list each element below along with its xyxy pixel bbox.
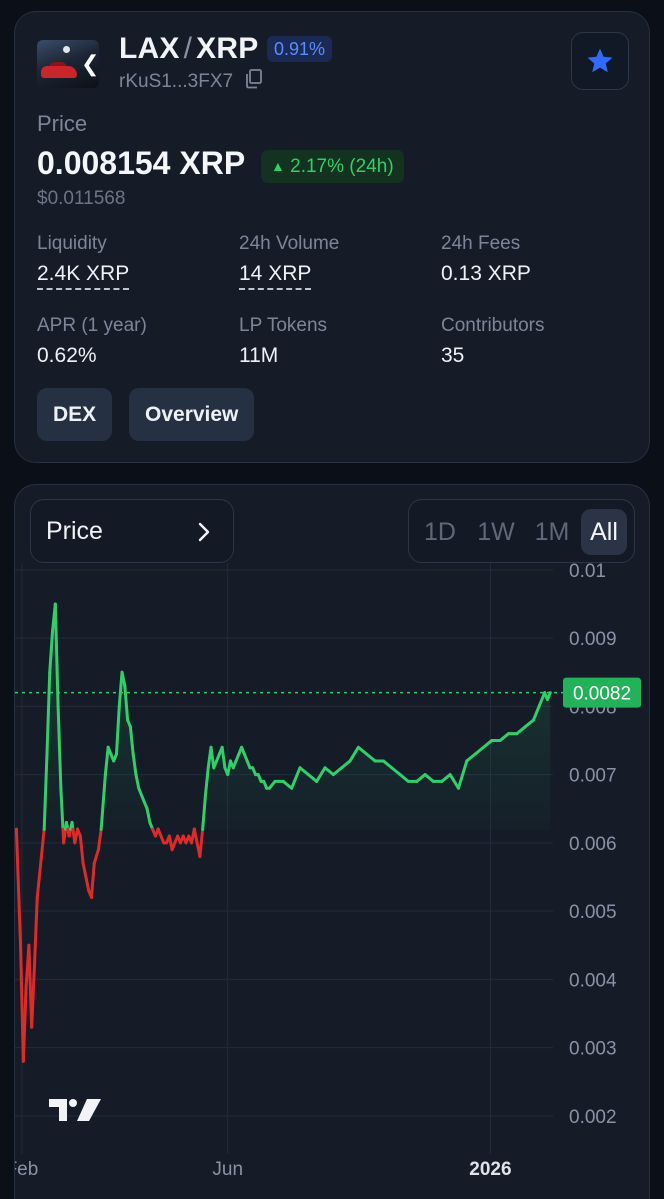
dex-button[interactable]: DEX [37, 388, 113, 441]
price-line-segment [198, 827, 205, 858]
base-symbol: LAX [119, 32, 180, 65]
copy-icon[interactable] [245, 69, 263, 89]
price-line-segment [59, 786, 65, 831]
range-1w-button[interactable]: 1W [469, 509, 523, 555]
metric-label: Price [46, 517, 103, 545]
x-axis-tick-label: 2026 [469, 1159, 511, 1180]
quote-symbol: XRP [196, 32, 259, 65]
y-axis-tick-label: 0.007 [569, 766, 617, 787]
stat-label: 24h Fees [441, 233, 521, 254]
overview-button[interactable]: Overview [129, 388, 255, 441]
favorite-button[interactable] [571, 32, 629, 90]
range-selector: 1D 1W 1M All [408, 499, 635, 563]
star-icon [587, 48, 613, 73]
token-logo: ❮ [37, 40, 99, 88]
moon-icon [63, 46, 70, 53]
triangle-up-icon: ▲ [271, 158, 285, 174]
stat-apr: APR (1 year) 0.62% [37, 315, 147, 368]
y-axis-tick-label: 0.004 [569, 970, 617, 991]
stat-lp-tokens: LP Tokens 11M [239, 315, 327, 368]
price-line-segment [32, 895, 39, 968]
stat-label: Contributors [441, 315, 545, 336]
range-1d-button[interactable]: 1D [415, 509, 465, 555]
pair-title: LAX / XRP [119, 32, 258, 66]
price-line-segment [15, 827, 23, 947]
y-axis-tick-label: 0.01 [569, 561, 606, 582]
chevron-right-icon [198, 522, 210, 542]
price-line-segment [30, 964, 36, 1029]
price-chart-card: 0.01 0.009 0.008 0.007 0.006 0.005 0.004 0.003 0… [14, 484, 650, 1199]
price-line-segment [35, 855, 43, 899]
stat-24h-fees: 24h Fees 0.13 XRP [441, 233, 531, 286]
price-label: Price [37, 111, 88, 136]
stat-value: 0.13 XRP [441, 262, 531, 285]
price-change: 2.17% (24h) [290, 156, 394, 177]
price-line-segment [21, 984, 28, 1063]
price-change-badge: ▲ 2.17% (24h) [261, 150, 404, 183]
last-price-label: 0.0082 [573, 684, 631, 705]
price-line-segment [39, 827, 46, 858]
stat-value[interactable]: 14 XRP [239, 262, 312, 290]
xrp-logo-icon: ❮ [81, 51, 99, 76]
x-axis-tick-label: Jun [212, 1159, 243, 1180]
metric-selector[interactable]: Price [30, 499, 234, 563]
stat-24h-volume: 24h Volume 14 XRP [239, 233, 339, 290]
price-line-segment [84, 875, 91, 893]
price-value: 0.008154 XRP [37, 145, 246, 181]
stat-value: 11M [239, 344, 279, 367]
tradingview-logo[interactable] [49, 1099, 101, 1121]
stat-liquidity: Liquidity 2.4K XRP [37, 233, 130, 290]
stat-label: LP Tokens [239, 315, 328, 336]
y-axis-tick-label: 0.006 [569, 834, 617, 855]
y-axis-tick-label: 0.005 [569, 902, 617, 923]
pair-separator: / [183, 32, 193, 65]
pool-info-card: ❮ LAX / XRP 0.91% rKuS1...3FX7 Price 0.008… [14, 11, 650, 463]
range-1m-button[interactable]: 1M [525, 509, 579, 555]
x-axis-tick-label: Feb [15, 1159, 38, 1180]
pool-address: rKuS1...3FX7 [119, 71, 234, 92]
car-icon [41, 66, 77, 78]
price-chart[interactable]: 0.010.0090.0080.0070.0060.0050.0040.0030… [15, 485, 651, 1199]
price-line-segment [81, 861, 88, 879]
price-line-segment [96, 827, 103, 852]
stat-label: Liquidity [37, 233, 107, 254]
price-line-segment [92, 848, 100, 865]
stat-value[interactable]: 2.4K XRP [37, 262, 130, 290]
fee-badge: 0.91% [267, 36, 333, 62]
usd-price: $0.011568 [37, 188, 126, 209]
price-line-segment [192, 827, 199, 845]
range-all-button[interactable]: All [581, 509, 627, 555]
stat-label: 24h Volume [239, 233, 340, 254]
y-axis-tick-label: 0.009 [569, 629, 617, 650]
price-line-segment [78, 834, 85, 865]
stat-value: 35 [441, 344, 465, 367]
y-axis-tick-label: 0.003 [569, 1039, 617, 1060]
price-line-segment [62, 827, 68, 845]
stat-contributors: Contributors 35 [441, 315, 545, 368]
y-axis-tick-label: 0.002 [569, 1107, 617, 1128]
stat-label: APR (1 year) [37, 315, 147, 336]
stat-value: 0.62% [37, 344, 97, 367]
price-line-segment [89, 861, 96, 899]
